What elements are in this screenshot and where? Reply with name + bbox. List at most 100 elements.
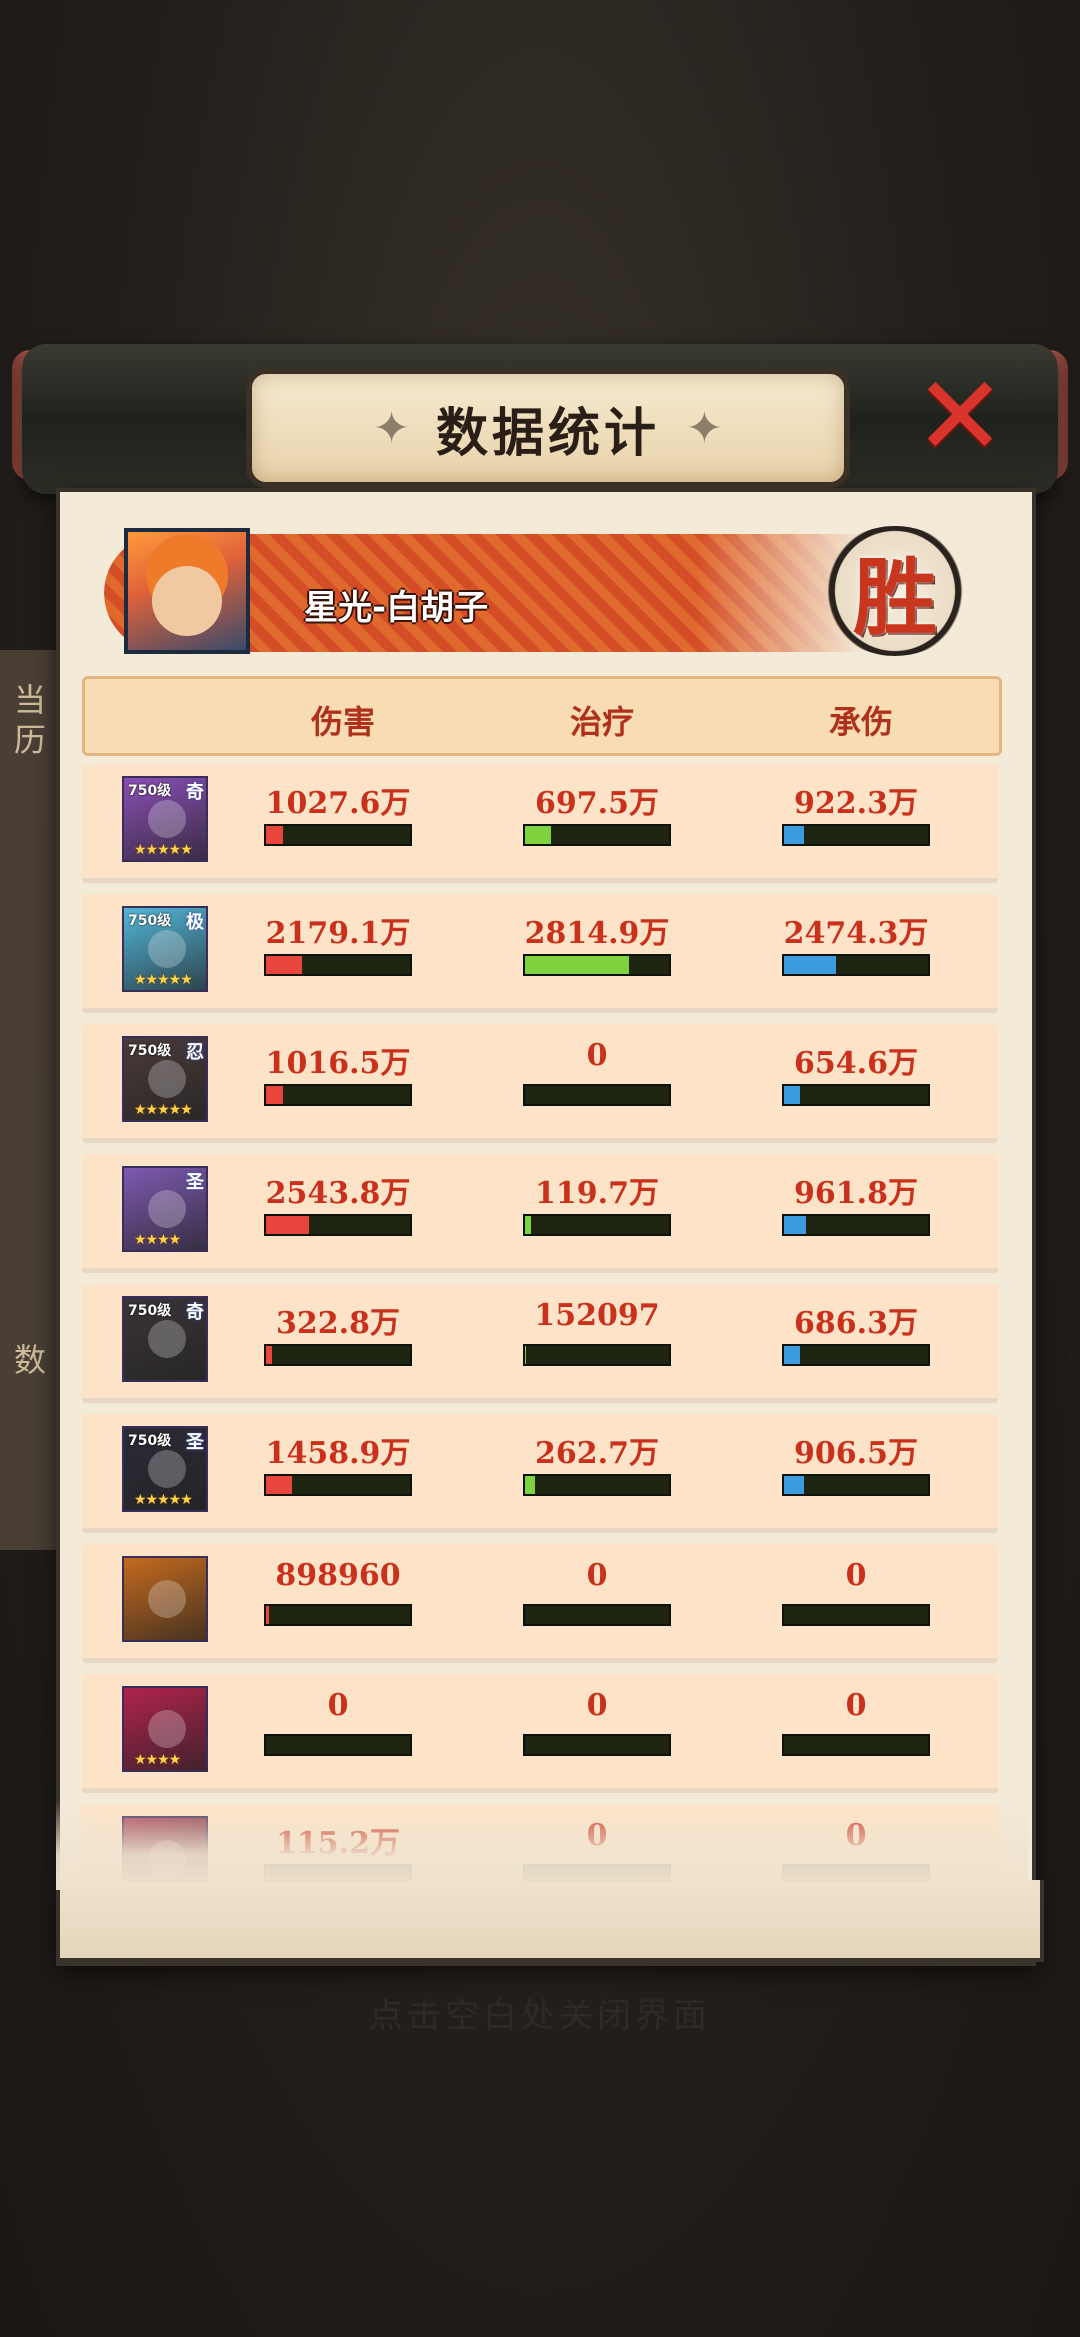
hero-avatar[interactable]: 圣 ★★★★ [122,1166,208,1252]
column-damage: 伤害 [310,703,375,741]
stat-heal-bar [523,1474,671,1496]
hero-avatar[interactable]: 750级极 ★★★★★ [122,906,208,992]
player-avatar[interactable] [124,528,250,654]
stat-damage-bar-fill [266,826,284,844]
stat-damage: 1027.6万 [264,778,412,846]
stat-heal-value: 0 [586,1688,608,1723]
table-row[interactable]: 750级圣 ★★★★★ 1458.9万 262.7万 906.5万 [82,1414,998,1533]
stat-heal-bar-fill [525,956,629,974]
stat-taken-value: 0 [845,1688,867,1723]
stat-damage-bar [264,824,412,846]
table-row[interactable]: ★★★★ 0 0 0 [82,1674,998,1793]
stat-heal-bar-fill [525,1346,527,1364]
hero-portrait-icon [148,1710,186,1748]
stat-heal: 697.5万 [523,778,671,846]
hero-stars: ★★★★★ [134,1102,193,1118]
hero-avatar[interactable]: 750级忍 ★★★★★ [122,1036,208,1122]
table-row[interactable]: 898960 0 0 [82,1544,998,1663]
stat-heal: 0 [523,1688,671,1756]
stat-damage-value: 2543.8万 [265,1176,411,1211]
stats-list[interactable]: 750级奇 ★★★★★ 1027.6万 697.5万 922.3万 750级极 ★★★★★ 2… [82,764,1002,1882]
stat-damage-bar-fill [266,1346,272,1364]
hero-avatar[interactable] [122,1556,208,1642]
victory-text: 胜 [852,547,937,647]
table-row[interactable]: 圣 ★★★★ 2543.8万 119.7万 961.8万 [82,1154,998,1273]
column-heal: 治疗 [569,703,634,741]
stat-taken-value: 686.3万 [794,1306,918,1341]
table-row[interactable]: 750级忍 ★★★★★ 1016.5万 0 654.6万 [82,1024,998,1143]
stat-heal: 119.7万 [523,1168,671,1236]
hero-tag: 圣 [186,1172,204,1193]
stat-damage: 2179.1万 [264,908,412,976]
table-row[interactable]: 750级奇 322.8万 152097 686.3万 [82,1284,998,1403]
stat-damage-bar-fill [266,956,302,974]
stat-heal: 0 [523,1558,671,1626]
stat-damage-bar-fill [266,1476,292,1494]
stat-taken: 922.3万 [782,778,930,846]
hero-stars: ★★★★ [134,1232,181,1248]
stat-heal-value: 0 [586,1558,608,1593]
stat-taken: 0 [782,1688,930,1756]
stat-taken-value: 2474.3万 [783,916,929,951]
stat-heal-value: 0 [586,1038,608,1073]
close-hint: 点击空白处关闭界面 [369,1996,711,2036]
stat-heal-bar [523,1084,671,1106]
stat-taken-value: 906.5万 [794,1436,918,1471]
stat-taken-bar-fill [784,1346,800,1364]
stat-taken-value: 0 [845,1558,867,1593]
table-row[interactable]: 750级极 ★★★★★ 2179.1万 2814.9万 2474.3万 [82,894,998,1013]
stat-heal: 262.7万 [523,1428,671,1496]
stat-heal-bar [523,1604,671,1626]
stat-taken: 0 [782,1558,930,1626]
stat-heal-value: 697.5万 [535,786,659,821]
stat-damage-value: 1458.9万 [265,1436,411,1471]
hero-level: 750级 [128,913,172,929]
stat-taken-value: 654.6万 [794,1046,918,1081]
hero-tag: 奇 [186,1302,204,1323]
stat-heal-bar-fill [525,1476,536,1494]
stat-taken-bar [782,1604,930,1626]
stat-heal-value: 152097 [534,1298,660,1333]
stat-heal-bar [523,824,671,846]
background-side-panel [0,650,60,1550]
stat-damage-bar [264,1734,412,1756]
stat-heal-bar-fill [525,826,551,844]
hero-avatar[interactable]: 750级圣 ★★★★★ [122,1426,208,1512]
hero-avatar[interactable]: 750级奇 [122,1296,208,1382]
stat-damage-bar [264,1214,412,1236]
stat-damage-bar-fill [266,1086,284,1104]
stat-damage: 898960 [264,1558,412,1626]
stat-heal-bar [523,1734,671,1756]
hero-stars: ★★★★★ [134,972,193,988]
stat-damage-bar [264,1604,412,1626]
shuriken-icon: ✦ [686,402,723,454]
stat-taken: 654.6万 [782,1038,930,1106]
hero-level: 750级 [128,1303,172,1319]
stat-damage-bar [264,1084,412,1106]
list-fade [56,1800,1028,1890]
stat-taken-bar [782,824,930,846]
background-side-text-bottom: 数 [14,1341,47,1379]
table-row[interactable]: 750级奇 ★★★★★ 1027.6万 697.5万 922.3万 [82,764,998,883]
hero-avatar[interactable]: ★★★★ [122,1686,208,1772]
hero-avatar[interactable]: 750级奇 ★★★★★ [122,776,208,862]
stat-damage: 1016.5万 [264,1038,412,1106]
stat-damage-value: 898960 [275,1558,401,1593]
hero-portrait-icon [148,1060,186,1098]
hero-portrait-icon [148,1580,186,1618]
page-title: 数据统计 [435,402,660,464]
title-plaque: ✦ 数据统计 ✦ [246,368,850,488]
stat-taken-bar-fill [784,826,805,844]
stat-heal-bar-fill [525,1216,531,1234]
stat-taken-bar [782,1214,930,1236]
stat-taken-value: 922.3万 [794,786,918,821]
stat-heal-bar [523,1214,671,1236]
stat-damage-value: 2179.1万 [265,916,411,951]
stat-heal: 2814.9万 [523,908,671,976]
hero-portrait-icon [148,1450,186,1488]
stat-taken-bar [782,1734,930,1756]
hero-stars: ★★★★★ [134,1492,193,1508]
close-button[interactable]: ✕ [912,361,1008,471]
stat-heal-bar [523,1344,671,1366]
hero-stars: ★★★★★ [134,842,193,858]
